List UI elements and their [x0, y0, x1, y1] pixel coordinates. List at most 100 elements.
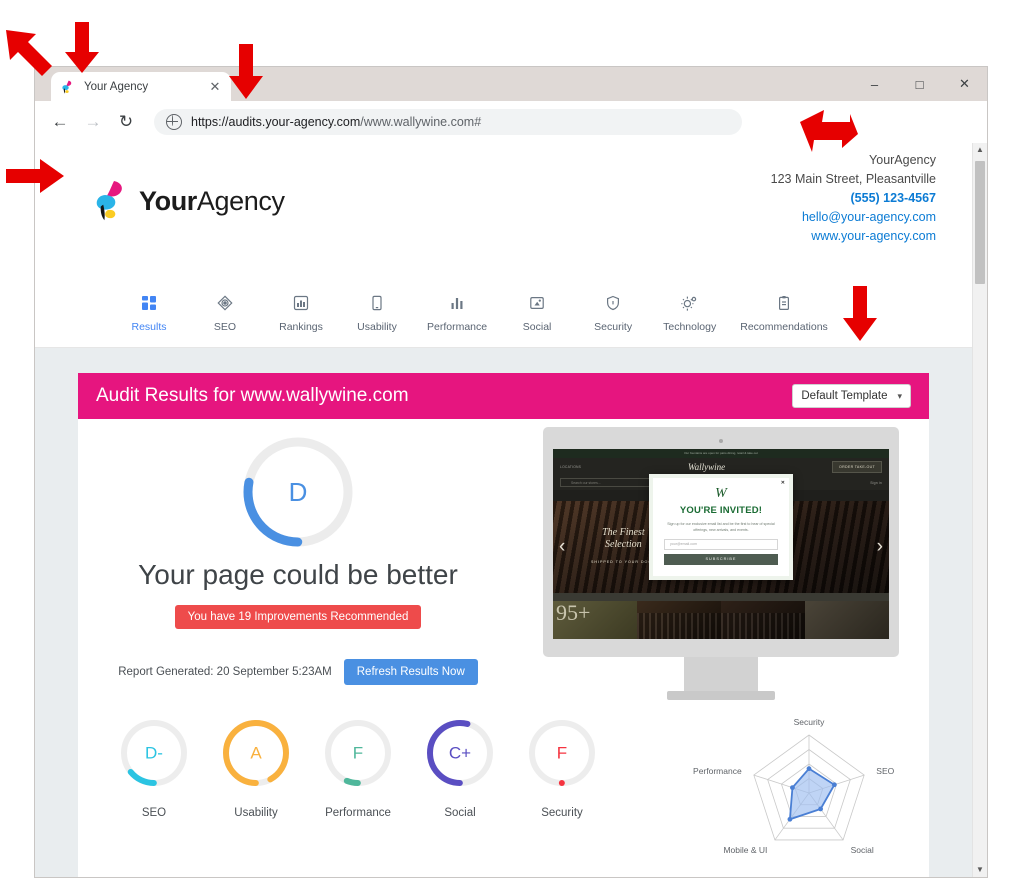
subscore-security-label: Security — [541, 807, 583, 819]
target-icon — [199, 294, 251, 312]
nav-item-seo[interactable]: SEO — [199, 294, 251, 335]
browser-viewport: ▲ ▼ YourAgency YourAgency 123 Main Stree… — [35, 143, 987, 877]
scroll-up-arrow-icon[interactable]: ▲ — [973, 143, 987, 157]
preview-prev-arrow-icon: ‹ — [559, 536, 566, 557]
globe-icon — [166, 114, 182, 130]
preview-tile-art — [721, 613, 805, 639]
gears-icon — [663, 294, 716, 312]
nav-item-usability[interactable]: Usability — [351, 294, 403, 335]
preview-hero-line1: The Finest — [602, 527, 645, 538]
reload-button[interactable]: ↻ — [111, 107, 141, 137]
close-icon[interactable]: ✕ — [207, 79, 223, 95]
monitor-mockup: Our fountains are open for patio dining,… — [543, 427, 899, 700]
site-body: Audit Results for www.wallywine.com Defa… — [35, 348, 972, 877]
address-bar[interactable]: https://audits.your-agency.com/www.wally… — [154, 109, 742, 135]
contact-email[interactable]: hello@your-agency.com — [771, 208, 936, 227]
svg-text:D: D — [289, 477, 308, 507]
back-button[interactable]: ← — [45, 107, 75, 137]
preview-cta-button: ORDER TAKE-OUT — [831, 460, 882, 473]
preview-tile-rating: 95+ — [556, 601, 591, 625]
nav-item-rankings[interactable]: Rankings — [275, 294, 327, 335]
preview-account-link: Sign in — [870, 480, 882, 485]
subscore-performance-label: Performance — [325, 807, 391, 819]
address-bar-url: https://audits.your-agency.com/www.wally… — [191, 115, 481, 129]
nav-item-recommendations-label: Recommendations — [740, 321, 828, 333]
monitor-stand-base — [667, 691, 775, 700]
audit-summary: D Your page could be better You have 19 … — [78, 433, 518, 685]
refresh-results-button[interactable]: Refresh Results Now — [343, 659, 478, 685]
browser-tab-title: Your Agency — [84, 80, 149, 93]
browser-tab[interactable]: Your Agency ✕ — [51, 72, 231, 101]
nav-item-security[interactable]: Security — [587, 294, 639, 335]
overall-grade-gauge: D — [239, 433, 357, 551]
browser-window: Your Agency ✕ – □ ✕ ← → ↻ https://audits… — [34, 66, 988, 878]
subscore-social: C+ Social — [414, 717, 506, 819]
nav-item-rankings-label: Rankings — [279, 321, 323, 333]
preview-modal-logo: W — [715, 486, 727, 501]
subscore-security: F Security — [516, 717, 608, 819]
share-icon — [511, 294, 563, 312]
nav-item-recommendations[interactable]: Recommendations — [740, 294, 828, 335]
close-window-button[interactable]: ✕ — [942, 67, 987, 101]
agency-logo[interactable]: YourAgency — [91, 179, 285, 223]
maximize-button[interactable]: □ — [897, 67, 942, 101]
monitor-bezel: Our fountains are open for patio dining,… — [543, 427, 899, 657]
preview-brand: Wallywine — [687, 461, 726, 472]
nav-item-usability-label: Usability — [357, 321, 397, 333]
equalizer-icon — [427, 294, 487, 312]
preview-modal-subscribe-button: SUBSCRIBE — [664, 554, 778, 565]
subscore-usability-label: Usability — [234, 807, 278, 819]
contact-address: 123 Main Street, Pleasantville — [770, 172, 936, 186]
preview-tile: 95+ — [553, 601, 637, 639]
monitor-screen: Our fountains are open for patio dining,… — [553, 449, 889, 639]
browser-tabstrip: Your Agency ✕ – □ ✕ — [35, 67, 987, 101]
agency-logo-text-light: Agency — [196, 185, 285, 216]
subscore-performance: F Performance — [312, 717, 404, 819]
nav-item-results[interactable]: Results — [123, 294, 175, 335]
arrow-to-tab — [65, 22, 99, 73]
page-scrollbar[interactable]: ▲ ▼ — [972, 143, 987, 877]
scroll-down-arrow-icon[interactable]: ▼ — [973, 863, 987, 877]
arrow-to-window-edge — [6, 30, 52, 76]
svg-text:D-: D- — [145, 744, 163, 763]
preview-modal-email-input: your@email.com — [664, 539, 778, 550]
nav-item-social[interactable]: Social — [511, 294, 563, 335]
preview-next-arrow-icon: › — [876, 536, 883, 557]
preview-tile — [637, 601, 721, 639]
address-bar-origin: https://audits.your-agency.com — [191, 115, 361, 129]
subscore-seo: D- SEO — [108, 717, 200, 819]
arrow-to-logo — [6, 159, 64, 193]
preview-divider — [553, 593, 889, 601]
subscore-seo-label: SEO — [141, 807, 167, 819]
preview-hero-text: The Finest Selection SHIPPED TO YOUR DOO… — [591, 527, 656, 568]
nav-item-performance-label: Performance — [427, 321, 488, 333]
nav-item-results-label: Results — [131, 321, 167, 333]
site-preview: Our fountains are open for patio dining,… — [543, 427, 903, 700]
nav-item-security-label: Security — [594, 321, 633, 333]
agency-logo-text: YourAgency — [139, 186, 285, 217]
nav-item-seo-label: SEO — [213, 321, 237, 333]
preview-utility-bar: LOCATIONS Wallywine ORDER TAKE-OUT — [553, 458, 889, 475]
contact-phone[interactable]: (555) 123-4567 — [771, 189, 936, 208]
nav-item-technology[interactable]: Technology — [663, 294, 716, 335]
template-select[interactable]: Default Template ▾ — [792, 384, 911, 408]
arrow-to-template-select — [843, 286, 877, 341]
monitor-stand-neck — [684, 657, 758, 691]
preview-tiles: 95+ — [553, 601, 889, 639]
nav-item-performance[interactable]: Performance — [427, 294, 487, 335]
template-select-value: Default Template — [801, 390, 888, 402]
svg-text:A: A — [250, 744, 262, 763]
minimize-button[interactable]: – — [852, 67, 897, 101]
grid-icon — [123, 294, 175, 312]
contact-website[interactable]: www.your-agency.com — [771, 227, 936, 246]
svg-text:F: F — [557, 744, 567, 763]
forward-button[interactable]: → — [78, 107, 108, 137]
preview-newsletter-modal: ✕ W YOU'RE INVITED! Sign up for our excl… — [649, 474, 793, 580]
svg-text:C+: C+ — [449, 744, 471, 763]
site-header: YourAgency YourAgency 123 Main Street, P… — [35, 143, 972, 294]
scrollbar-thumb[interactable] — [975, 161, 985, 284]
shield-icon — [587, 294, 639, 312]
audit-page: YourAgency YourAgency 123 Main Street, P… — [35, 143, 972, 877]
preview-topbar: Our fountains are open for patio dining,… — [553, 449, 889, 458]
improvements-badge[interactable]: You have 19 Improvements Recommended — [174, 605, 422, 629]
